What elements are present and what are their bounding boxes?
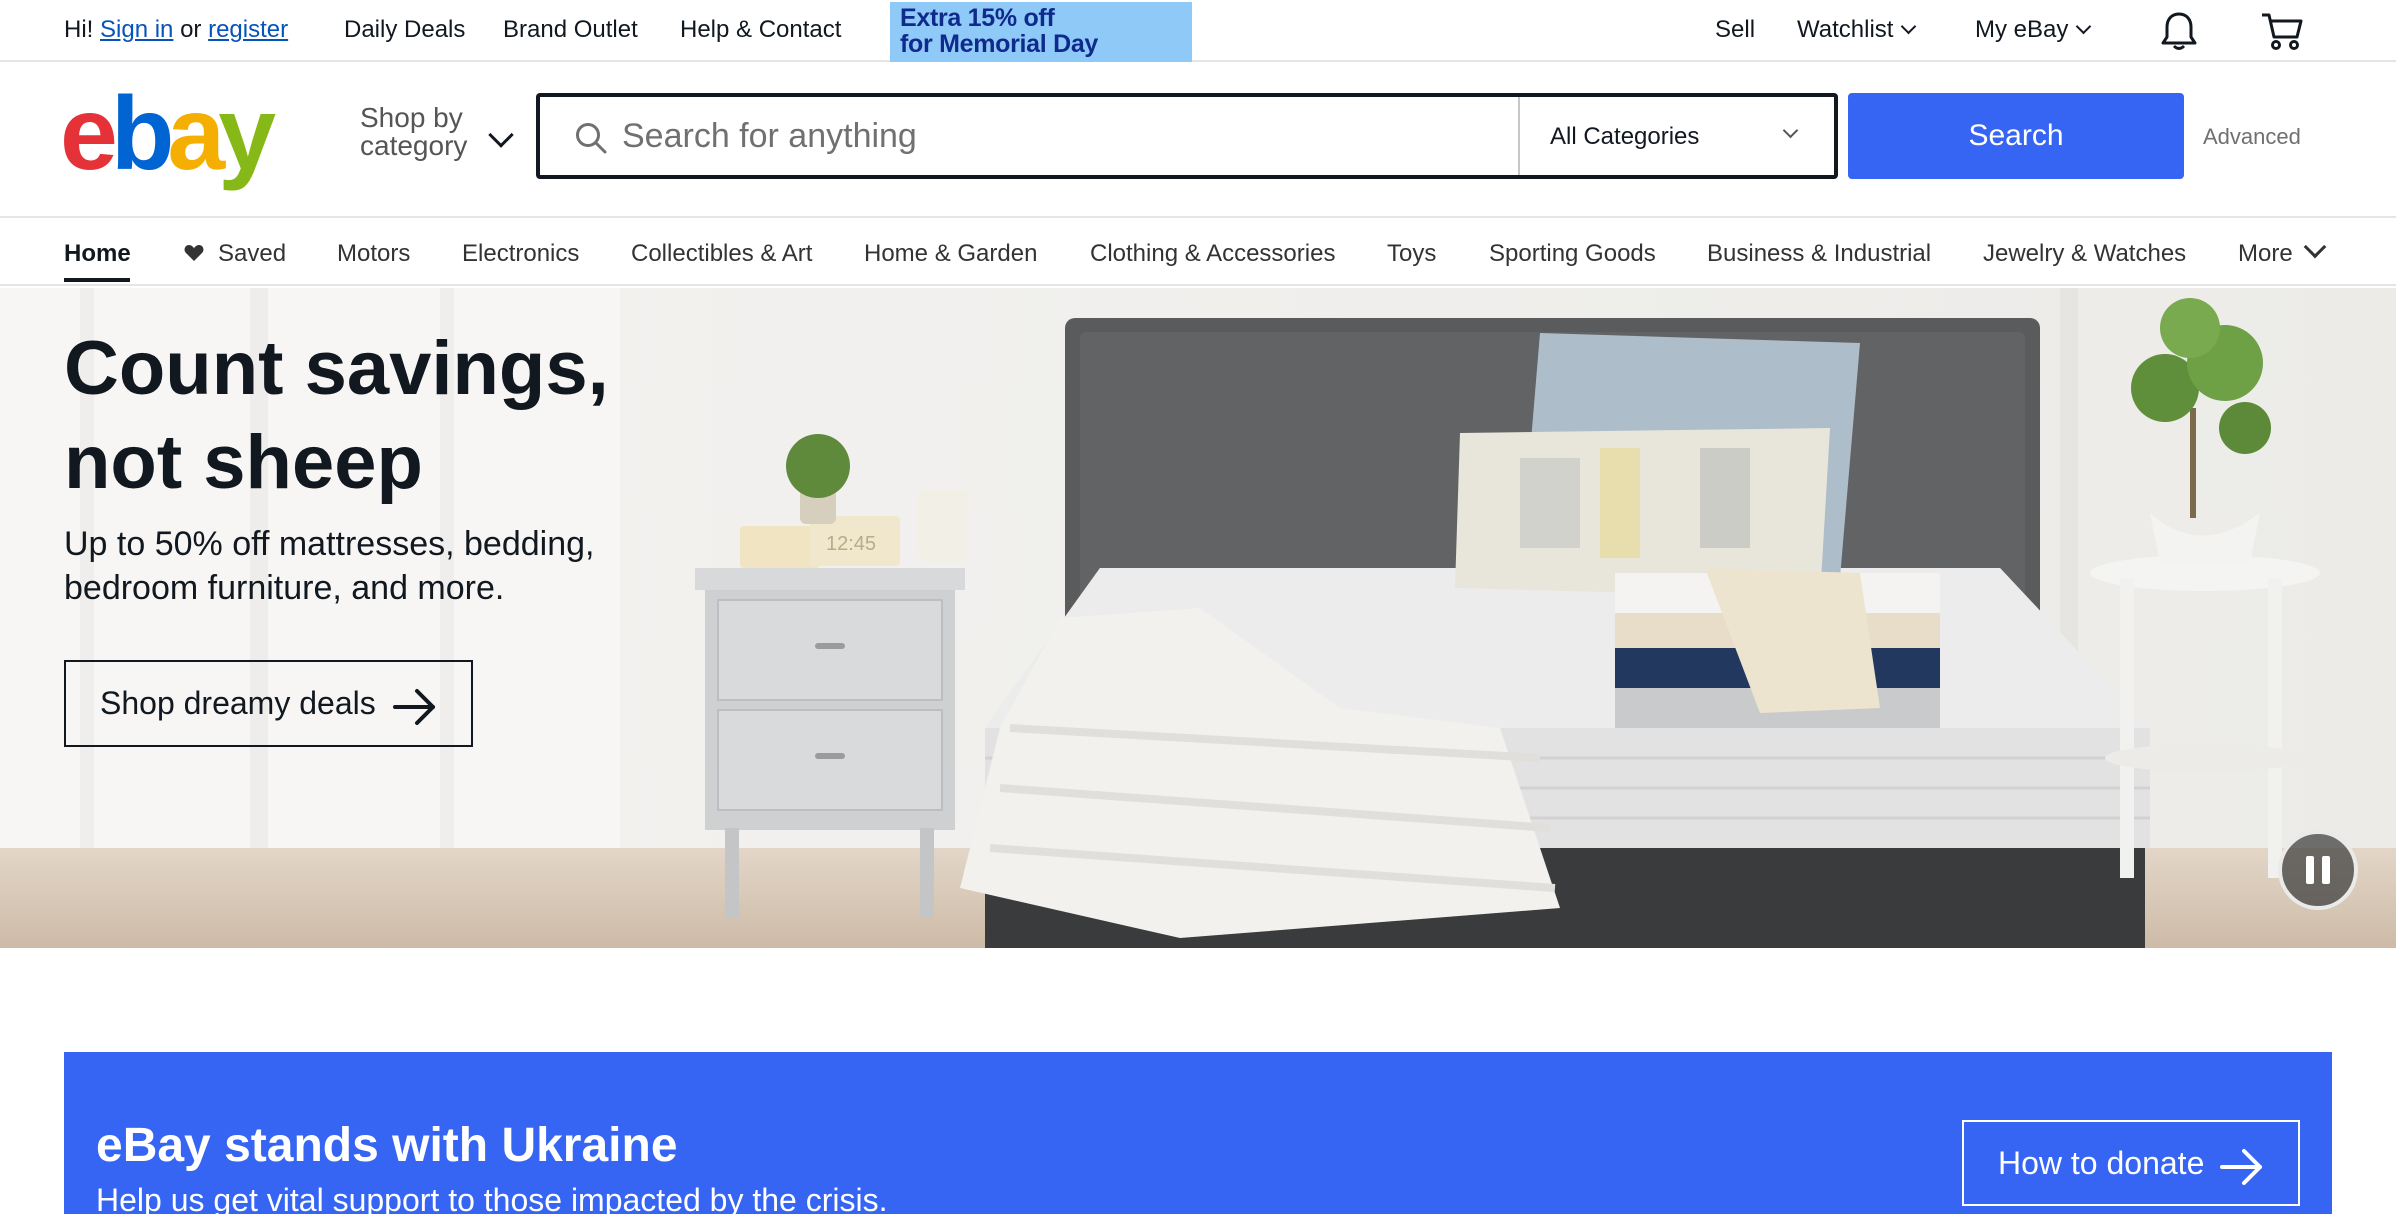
nav-item-sporting-goods[interactable]: Sporting Goods	[1489, 240, 1656, 268]
arrow-right-icon	[2220, 1149, 2262, 1185]
greeting-prefix: Hi!	[64, 16, 94, 43]
main-header: ebay Shop by category All Categories Sea…	[0, 62, 2396, 218]
notification-bell-icon[interactable]	[2157, 10, 2201, 52]
search-icon	[576, 123, 607, 154]
chevron-down-icon	[1901, 18, 1917, 35]
hero-banner: 12:45 Count savings, not sheep Up to 50%…	[0, 288, 2396, 948]
my-ebay-menu[interactable]: My eBay	[1975, 16, 2092, 44]
watchlist-menu[interactable]: Watchlist	[1797, 16, 1917, 44]
nav-item-more-label: More	[2238, 240, 2293, 267]
nav-item-electronics[interactable]: Electronics	[462, 240, 579, 268]
cta-label: Shop dreamy deals	[100, 685, 376, 721]
my-ebay-label: My eBay	[1975, 16, 2069, 43]
logo-letter-b: b	[110, 76, 174, 192]
sell-link[interactable]: Sell	[1715, 16, 1755, 44]
search-bar: All Categories	[536, 93, 1838, 179]
nav-item-business-industrial[interactable]: Business & Industrial	[1707, 240, 1931, 268]
shopping-cart-icon[interactable]	[2260, 10, 2304, 52]
clock-display: 12:45	[826, 533, 876, 555]
promo-line-1: Extra 15% off	[900, 4, 1055, 32]
memorial-day-promo-banner[interactable]: Extra 15% off for Memorial Day	[890, 2, 1192, 62]
greeting-or: or	[180, 16, 202, 43]
shop-by-label: Shop by	[360, 102, 463, 133]
hero-title-line-2: not sheep	[64, 420, 423, 505]
ukraine-support-banner: eBay stands with Ukraine Help us get vit…	[64, 1052, 2332, 1214]
active-tab-indicator	[64, 278, 130, 282]
hero-title-line-1: Count savings,	[64, 326, 609, 411]
pause-carousel-button[interactable]	[2278, 830, 2358, 910]
category-select-value: All Categories	[1550, 123, 1700, 150]
ebay-logo[interactable]: ebay	[60, 82, 276, 186]
chevron-down-icon	[2303, 235, 2327, 259]
category-nav: Home Saved Motors Electronics Collectibl…	[0, 218, 2396, 286]
category-label: category	[360, 130, 468, 161]
watchlist-label: Watchlist	[1797, 16, 1894, 43]
chevron-down-icon[interactable]	[488, 122, 514, 148]
how-to-donate-button[interactable]: How to donate	[1962, 1120, 2300, 1206]
arrow-right-icon	[393, 689, 435, 725]
promo-line-2: for Memorial Day	[900, 30, 1099, 58]
hero-title: Count savings, not sheep	[64, 322, 764, 510]
daily-deals-link[interactable]: Daily Deals	[344, 16, 465, 44]
nav-item-home[interactable]: Home	[64, 240, 131, 268]
greeting: Hi! Sign in or register	[64, 16, 288, 44]
nav-item-clothing-accessories[interactable]: Clothing & Accessories	[1090, 240, 1335, 268]
category-select[interactable]: All Categories	[1518, 97, 1834, 175]
hero-subtitle: Up to 50% off mattresses, bedding, bedro…	[64, 525, 595, 607]
chevron-down-icon	[2076, 18, 2092, 35]
nav-item-saved-label: Saved	[218, 240, 287, 267]
search-button[interactable]: Search	[1848, 93, 2184, 179]
logo-letter-e: e	[60, 76, 118, 192]
ukraine-subtitle: Help us get vital support to those impac…	[96, 1182, 888, 1214]
nav-item-motors[interactable]: Motors	[337, 240, 410, 268]
nav-item-home-garden[interactable]: Home & Garden	[864, 240, 1037, 268]
logo-letter-y: y	[218, 76, 276, 192]
sign-in-link[interactable]: Sign in	[100, 16, 173, 43]
nav-item-collectibles-art[interactable]: Collectibles & Art	[631, 240, 812, 268]
help-contact-link[interactable]: Help & Contact	[680, 16, 841, 44]
search-input[interactable]	[622, 111, 1522, 161]
shop-dreamy-deals-button[interactable]: Shop dreamy deals	[64, 660, 473, 747]
brand-outlet-link[interactable]: Brand Outlet	[503, 16, 638, 44]
logo-letter-a: a	[167, 76, 225, 192]
ukraine-title: eBay stands with Ukraine	[96, 1119, 678, 1172]
donate-label: How to donate	[1998, 1144, 2205, 1181]
nav-item-jewelry-watches[interactable]: Jewelry & Watches	[1983, 240, 2186, 268]
nav-item-toys[interactable]: Toys	[1387, 240, 1436, 268]
nav-item-saved[interactable]: Saved	[184, 240, 286, 268]
top-utility-bar: Hi! Sign in or register Daily Deals Bran…	[0, 0, 2396, 62]
heart-icon	[184, 245, 204, 261]
shop-by-category-button[interactable]: Shop by category	[360, 104, 467, 160]
register-link[interactable]: register	[208, 16, 288, 43]
nav-item-more[interactable]: More	[2238, 235, 2327, 268]
chevron-down-icon	[1782, 122, 1799, 139]
advanced-search-link[interactable]: Advanced	[2203, 124, 2301, 150]
